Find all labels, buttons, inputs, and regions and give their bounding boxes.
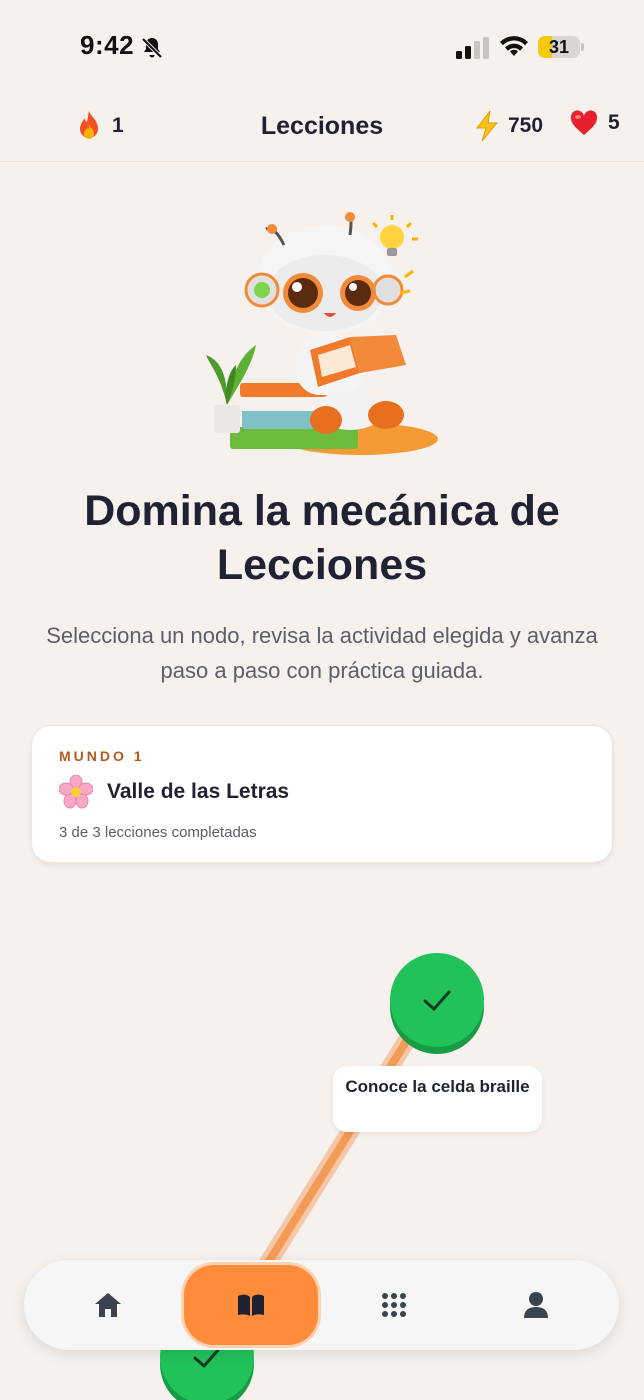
world-name: Valle de las Letras	[107, 780, 290, 803]
grid-icon	[382, 1293, 406, 1317]
lesson-node-completed[interactable]	[390, 953, 484, 1047]
lesson-node-label[interactable]: Conoce la celda braille	[333, 1066, 542, 1132]
battery-icon: 31	[538, 36, 580, 58]
book-icon	[238, 1294, 264, 1316]
hero-title: Domina la mecánica de Lecciones	[84, 487, 560, 589]
world-eyebrow: MUNDO 1	[59, 748, 145, 764]
lightning-icon	[475, 110, 499, 142]
status-bar: 9:42 31	[0, 0, 644, 92]
world-progress: 3 de 3 lecciones completadas	[59, 824, 257, 841]
nav-practice-button[interactable]	[344, 1260, 444, 1350]
bottom-nav	[24, 1260, 619, 1350]
hearts-value: 5	[608, 111, 620, 134]
app-header: 1 Lecciones 750 5	[0, 92, 644, 162]
user-icon	[524, 1292, 548, 1318]
nav-lessons-button[interactable]	[184, 1265, 318, 1345]
battery-level: 31	[548, 37, 570, 57]
world-card[interactable]: MUNDO 1 Valle de las Letras 3 de 3 lecci…	[31, 725, 613, 863]
nav-profile-button[interactable]	[486, 1260, 586, 1350]
home-icon	[95, 1293, 121, 1317]
checkmark-icon	[423, 990, 451, 1011]
robot-reading-illustration	[206, 212, 438, 455]
battery-nub	[581, 43, 584, 51]
status-time: 9:42	[80, 30, 135, 60]
bell-off-icon	[141, 37, 163, 59]
energy-counter[interactable]: 750	[474, 110, 543, 142]
flower-icon	[59, 775, 93, 809]
hero-subtitle: Selecciona un nodo, revisa la actividad …	[46, 623, 598, 683]
energy-value: 750	[508, 114, 544, 137]
nav-home-button[interactable]	[58, 1260, 158, 1350]
hearts-counter[interactable]: 5	[570, 110, 620, 136]
signal-icon	[456, 37, 489, 59]
wifi-icon	[500, 36, 528, 56]
heart-icon	[570, 110, 598, 135]
page-title: Lecciones	[260, 112, 384, 140]
